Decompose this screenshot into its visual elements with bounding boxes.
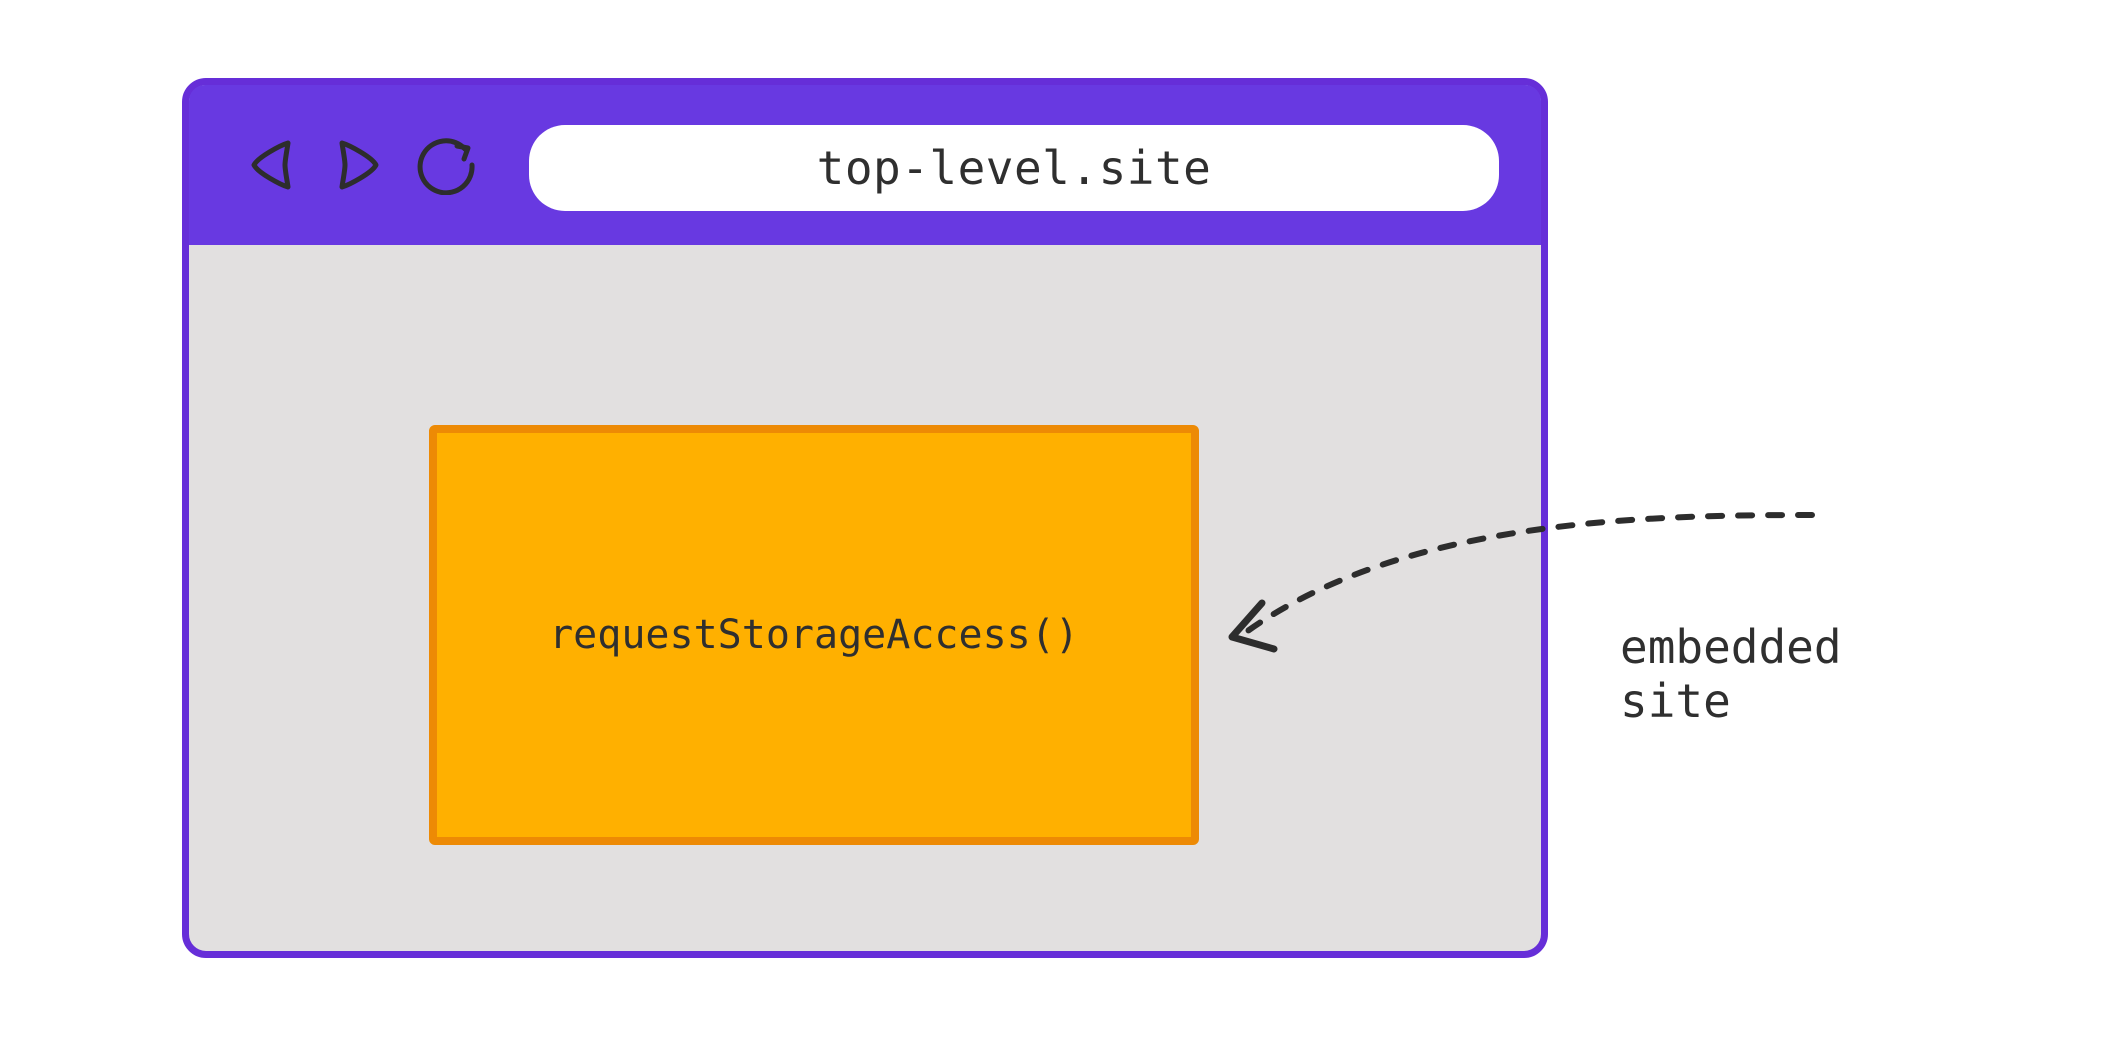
back-icon xyxy=(241,135,301,195)
annotation-label: embedded site xyxy=(1620,620,1842,728)
reload-icon xyxy=(417,135,477,195)
browser-toolbar: top-level.site xyxy=(189,85,1541,245)
forward-icon xyxy=(329,135,389,195)
browser-window: top-level.site requestStorageAccess() xyxy=(182,78,1548,958)
url-text: top-level.site xyxy=(817,141,1212,195)
url-bar: top-level.site xyxy=(529,125,1499,211)
embedded-site-code: requestStorageAccess() xyxy=(549,612,1079,658)
embedded-site-frame: requestStorageAccess() xyxy=(429,425,1199,845)
browser-viewport: requestStorageAccess() xyxy=(189,245,1541,951)
